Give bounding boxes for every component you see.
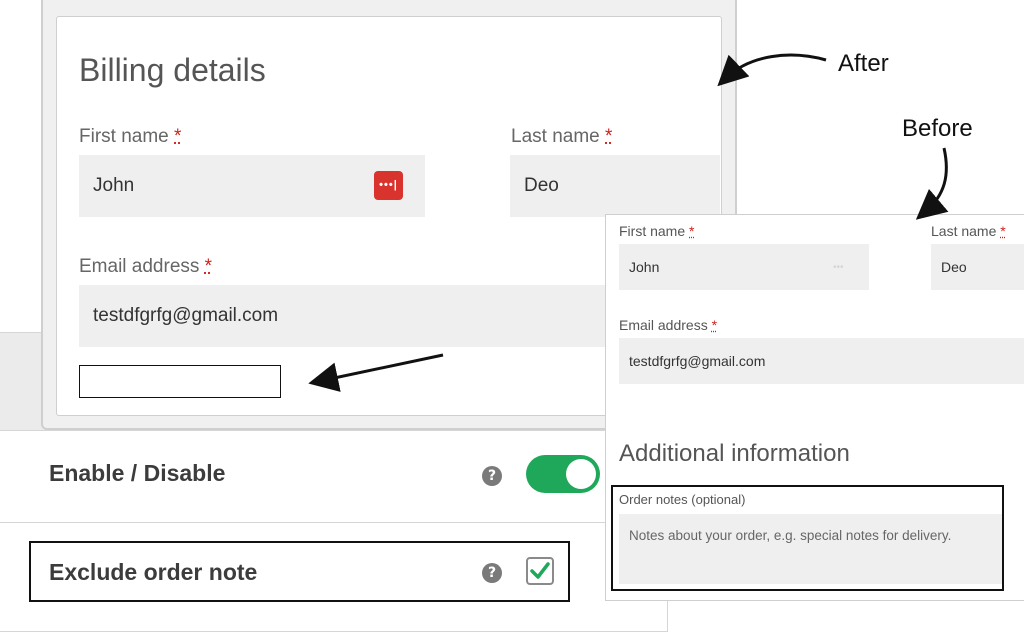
last-name-input[interactable]: Deo: [931, 244, 1024, 290]
required-marker: *: [174, 126, 182, 147]
before-arrow: [915, 147, 949, 220]
additional-information-heading: Additional information: [619, 440, 850, 467]
last-name-input[interactable]: Deo: [510, 155, 720, 217]
email-input[interactable]: testdfgrfg@gmail.com: [619, 338, 1024, 384]
order-notes-label: Order notes (optional): [619, 492, 746, 507]
required-marker: *: [689, 223, 695, 239]
required-marker: *: [711, 317, 718, 333]
email-label: Email address *: [79, 256, 213, 277]
first-name-label: First name *: [619, 223, 695, 239]
last-name-label: Last name *: [511, 126, 613, 147]
billing-details-title: Billing details: [79, 52, 266, 88]
enable-toggle[interactable]: [526, 455, 600, 493]
email-input[interactable]: testdfgrfg@gmail.com: [79, 285, 609, 347]
removed-order-notes-box: [79, 365, 281, 398]
password-dots-icon: •••: [833, 262, 844, 273]
before-annotation: Before: [902, 115, 973, 142]
after-annotation: After: [838, 50, 889, 77]
row-divider: [0, 522, 668, 523]
password-manager-icon[interactable]: •••|: [374, 171, 403, 200]
after-arrow: [717, 53, 827, 87]
required-marker: *: [204, 256, 213, 277]
first-name-label: First name *: [79, 126, 182, 147]
help-icon[interactable]: ?: [482, 466, 502, 486]
enable-disable-label: Enable / Disable: [49, 460, 226, 486]
first-name-input[interactable]: John: [619, 244, 869, 290]
email-label: Email address *: [619, 317, 718, 333]
toggle-knob: [566, 459, 596, 489]
last-name-label: Last name *: [931, 223, 1006, 239]
required-marker: *: [605, 126, 613, 147]
required-marker: *: [1000, 223, 1006, 239]
exclude-order-note-highlight: [29, 541, 570, 602]
order-notes-textarea[interactable]: Notes about your order, e.g. special not…: [619, 514, 1002, 584]
